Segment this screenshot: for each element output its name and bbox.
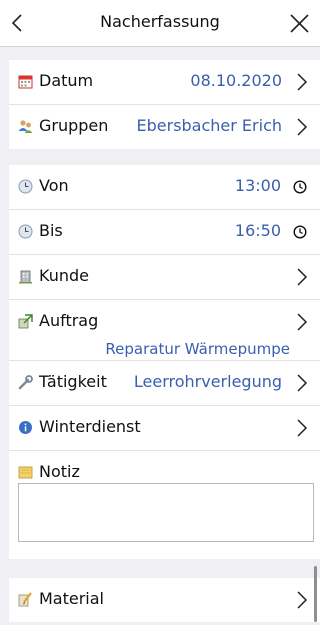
row-auftrag[interactable]: Auftrag Reparatur Wärmepumpe: [9, 300, 320, 361]
row-gruppen[interactable]: Gruppen Ebersbacher Erich: [9, 105, 320, 149]
chevron-right-icon: [297, 419, 308, 437]
von-label: Von: [39, 176, 69, 195]
auftrag-value: Reparatur Wärmepumpe: [105, 340, 290, 358]
info-icon: [19, 421, 32, 434]
bis-value: 16:50: [234, 221, 281, 240]
gruppen-label: Gruppen: [39, 116, 109, 135]
row-datum[interactable]: Datum 08.10.2020: [9, 60, 320, 105]
time-details-section: Von 13:00 Bis 16:50 Kunde Auftrag Repara…: [9, 165, 320, 559]
row-bis[interactable]: Bis 16:50: [9, 210, 320, 255]
datum-label: Datum: [39, 71, 94, 90]
taetigkeit-value: Leerrohrverlegung: [133, 372, 282, 391]
scrollbar[interactable]: [314, 566, 317, 622]
close-icon[interactable]: [284, 6, 314, 40]
material-icon: [18, 592, 32, 607]
navigation-bar: Nacherfassung: [0, 0, 320, 47]
chevron-right-icon: [297, 73, 308, 91]
kunde-label: Kunde: [39, 266, 89, 285]
chevron-right-icon: [297, 118, 308, 136]
building-icon: [19, 270, 32, 284]
taetigkeit-label: Tätigkeit: [39, 372, 107, 391]
material-section: Material: [9, 578, 320, 622]
clock-icon: [18, 224, 33, 239]
von-value: 13:00: [234, 176, 281, 195]
datum-value: 08.10.2020: [190, 71, 282, 90]
row-taetigkeit[interactable]: Tätigkeit Leerrohrverlegung: [9, 361, 320, 406]
gruppen-value: Ebersbacher Erich: [136, 116, 283, 135]
clock-icon[interactable]: [293, 225, 307, 239]
calendar-icon: [18, 75, 33, 89]
note-icon: [18, 466, 33, 479]
wrench-icon: [18, 375, 33, 390]
row-notiz: Notiz: [9, 451, 320, 551]
page-title: Nacherfassung: [100, 12, 220, 31]
notiz-label: Notiz: [39, 462, 80, 481]
material-label: Material: [39, 589, 104, 608]
chevron-right-icon: [297, 591, 308, 609]
row-kunde[interactable]: Kunde: [9, 255, 320, 300]
bis-label: Bis: [39, 221, 63, 240]
row-von[interactable]: Von 13:00: [9, 165, 320, 210]
clock-icon: [18, 179, 33, 194]
chevron-right-icon: [297, 374, 308, 392]
row-winterdienst[interactable]: Winterdienst: [9, 406, 320, 451]
order-icon: [18, 314, 33, 329]
date-group-section: Datum 08.10.2020 Gruppen Ebersbacher Eri…: [9, 60, 320, 149]
chevron-right-icon: [297, 313, 308, 331]
winterdienst-label: Winterdienst: [39, 417, 141, 436]
clock-icon[interactable]: [293, 180, 307, 194]
notiz-textarea[interactable]: [18, 483, 314, 542]
chevron-right-icon: [297, 268, 308, 286]
group-icon: [18, 120, 33, 133]
row-material[interactable]: Material: [9, 578, 320, 622]
auftrag-label: Auftrag: [39, 311, 99, 330]
